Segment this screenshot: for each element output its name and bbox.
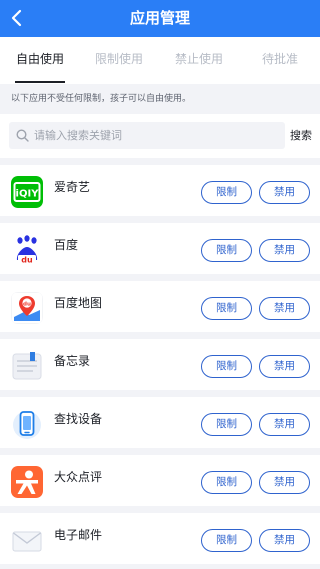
tab-restricted-use[interactable]: 限制使用	[87, 37, 151, 84]
iqiyi-icon-label: iQIY	[16, 189, 40, 200]
iqiyi-icon: iQIY	[11, 176, 43, 208]
page-title: 应用管理	[129, 9, 190, 27]
baidu-icon-label: du	[21, 256, 33, 265]
ban-button[interactable]: 禁用	[259, 297, 310, 320]
active-tab-indicator	[15, 81, 65, 83]
tab-free-use[interactable]: 自由使用	[8, 37, 72, 84]
baidu-map-icon-label: du	[23, 301, 31, 307]
list-item: iQIY 爱奇艺 限制 禁用	[0, 165, 320, 216]
app-name: 电子邮件	[54, 528, 103, 542]
tab-pending-approval[interactable]: 待批准	[248, 37, 312, 84]
ban-button[interactable]: 禁用	[259, 471, 310, 494]
list-item: du 百度 限制 禁用	[0, 223, 320, 274]
baidu-map-icon: du	[11, 292, 43, 324]
restrict-button[interactable]: 限制	[201, 355, 252, 378]
restrict-button[interactable]: 限制	[201, 413, 252, 436]
app-name: 百度地图	[54, 296, 103, 310]
notes-icon	[11, 350, 43, 382]
restrict-button[interactable]: 限制	[201, 239, 252, 262]
header-bar: 应用管理	[0, 0, 320, 37]
app-name: 备忘录	[54, 354, 91, 368]
app-name: 百度	[54, 238, 79, 252]
restrict-button[interactable]: 限制	[201, 297, 252, 320]
list-item: 查找设备 限制 禁用	[0, 397, 320, 448]
search-icon	[16, 129, 29, 142]
ban-button[interactable]: 禁用	[259, 181, 310, 204]
tab-bar: 自由使用 限制使用 禁止使用 待批准	[0, 37, 320, 84]
app-name: 查找设备	[54, 412, 103, 426]
app-name: 爱奇艺	[54, 180, 91, 194]
search-input[interactable]	[34, 122, 279, 149]
list-item: 大众点评 限制 禁用	[0, 455, 320, 506]
restrict-button[interactable]: 限制	[201, 471, 252, 494]
baidu-icon: du	[11, 234, 43, 266]
search-field	[9, 122, 285, 149]
find-device-icon	[11, 408, 43, 440]
list-item: 备忘录 限制 禁用	[0, 339, 320, 390]
ban-button[interactable]: 禁用	[259, 413, 310, 436]
email-icon	[11, 524, 43, 556]
ban-button[interactable]: 禁用	[259, 355, 310, 378]
search-button[interactable]: 搜索	[290, 122, 312, 149]
list-item: du 百度地图 限制 禁用	[0, 281, 320, 332]
app-name: 大众点评	[54, 470, 103, 484]
dianping-icon	[11, 466, 43, 498]
restrict-button[interactable]: 限制	[201, 181, 252, 204]
restrict-button[interactable]: 限制	[201, 529, 252, 552]
tab-banned-use[interactable]: 禁止使用	[167, 37, 231, 84]
ban-button[interactable]: 禁用	[259, 239, 310, 262]
search-bar: 搜索	[0, 114, 320, 158]
notice-text: 以下应用不受任何限制，孩子可以自由使用。	[0, 84, 320, 114]
list-item: 电子邮件 限制 禁用	[0, 513, 320, 564]
ban-button[interactable]: 禁用	[259, 529, 310, 552]
